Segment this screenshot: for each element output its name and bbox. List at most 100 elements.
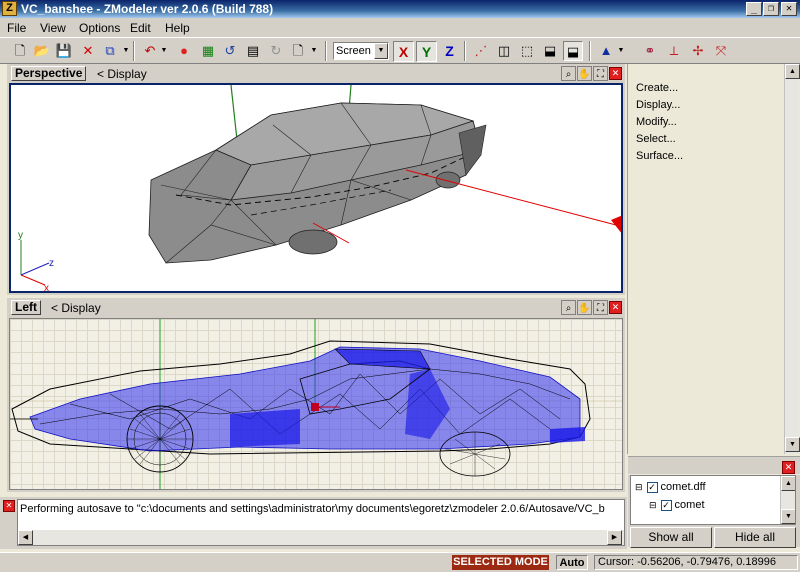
- scroll-up-icon[interactable]: ▲: [785, 64, 800, 79]
- perspective-viewport-header: Perspective < Display ⌕ ✋ ⛶ ✕: [7, 64, 625, 83]
- object-tree-panel: ⊟ ✓ comet.dff ⊟ ✓ comet ▲ ▼ Show all Hide al…: [628, 475, 800, 548]
- toolbar-separator: [133, 41, 135, 61]
- perspective-viewport-name[interactable]: Perspective: [11, 66, 87, 81]
- tree-item-label: comet.dff: [660, 481, 706, 493]
- document-icon[interactable]: ▤: [243, 41, 263, 61]
- perspective-display-menu[interactable]: < Display: [97, 67, 147, 81]
- primitive-dropdown-icon[interactable]: ▼: [617, 41, 625, 61]
- select-face-icon[interactable]: ⬚: [517, 41, 537, 61]
- perspective-viewport: Perspective < Display ⌕ ✋ ⛶ ✕ y z x: [7, 64, 625, 295]
- perspective-car-render: y z x: [18, 85, 621, 291]
- left-viewport-header: Left < Display ⌕ ✋ ⛶ ✕: [7, 298, 625, 317]
- pan-hand-icon[interactable]: ✋: [577, 300, 592, 315]
- log-horizontal-scrollbar[interactable]: ◀ ▶: [18, 530, 624, 545]
- hide-all-button[interactable]: Hide all: [714, 527, 796, 548]
- left-canvas[interactable]: [9, 318, 623, 490]
- maximize-button[interactable]: ❐: [763, 2, 779, 16]
- copy-dropdown-icon[interactable]: ▼: [122, 41, 130, 61]
- close-log-icon[interactable]: ✕: [3, 500, 15, 512]
- record-icon[interactable]: ●: [174, 41, 194, 61]
- perspective-canvas[interactable]: y z x: [9, 83, 623, 293]
- auto-mode-toggle[interactable]: Auto: [556, 555, 588, 570]
- chevron-down-icon[interactable]: ▼: [374, 43, 388, 59]
- cursor-coordinates: Cursor: -0.56206, -0.79476, 0.18996: [594, 555, 798, 570]
- scale-axes-icon[interactable]: ⤧: [711, 41, 731, 61]
- page-icon[interactable]: 🗋: [288, 41, 308, 61]
- axis-z-button[interactable]: Z: [439, 41, 460, 62]
- collapse-icon[interactable]: ⊟: [649, 500, 657, 510]
- close-window-button[interactable]: ✕: [781, 2, 797, 16]
- select-object-icon[interactable]: ⬓: [540, 41, 560, 61]
- scroll-down-icon[interactable]: ▼: [781, 509, 795, 524]
- cone-primitive-icon[interactable]: ▲: [596, 41, 616, 61]
- checkbox-comet[interactable]: ✓: [660, 499, 672, 511]
- tree-item-comet[interactable]: ⊟ ✓ comet: [649, 498, 705, 512]
- create-command[interactable]: Create...: [636, 82, 678, 94]
- select-all-icon[interactable]: ⬓: [563, 41, 583, 61]
- tree-item-label: comet: [674, 499, 705, 511]
- scroll-right-icon[interactable]: ▶: [607, 530, 622, 545]
- render-icon[interactable]: ▦: [198, 41, 218, 61]
- select-vertex-icon[interactable]: ⋰: [471, 41, 491, 61]
- zoom-icon[interactable]: ⌕: [561, 66, 576, 81]
- close-viewport-icon[interactable]: ✕: [609, 67, 622, 80]
- new-file-icon[interactable]: 🗋: [10, 41, 30, 61]
- undo-icon[interactable]: ↺: [220, 41, 240, 61]
- toolbar-separator: [464, 41, 466, 61]
- selected-mode-badge[interactable]: SELECTED MODE: [452, 555, 549, 570]
- checkbox-comet-dff[interactable]: ✓: [646, 481, 658, 493]
- tree-panel-header: ✕: [628, 456, 800, 474]
- select-command[interactable]: Select...: [636, 133, 676, 145]
- perspective-view-tools: ⌕ ✋ ⛶: [560, 66, 608, 82]
- show-all-button[interactable]: Show all: [630, 527, 712, 548]
- save-icon[interactable]: 💾: [54, 41, 74, 61]
- copy-icon[interactable]: ⧉: [100, 41, 120, 61]
- left-car-wireframe: [10, 319, 622, 489]
- coordinate-system-select[interactable]: Screen ▼: [333, 42, 389, 60]
- command-panel-scrollbar[interactable]: ▲ ▼: [784, 64, 800, 454]
- log-output[interactable]: Performing autosave to "c:\documents and…: [17, 499, 625, 546]
- menu-options[interactable]: Options: [79, 21, 120, 35]
- surface-command[interactable]: Surface...: [636, 150, 683, 162]
- link-icon[interactable]: ⚭: [640, 41, 660, 61]
- axis-x-label: x: [44, 283, 49, 291]
- object-tree[interactable]: ⊟ ✓ comet.dff ⊟ ✓ comet ▲ ▼: [630, 475, 796, 525]
- minimize-button[interactable]: _: [746, 2, 762, 16]
- zoom-icon[interactable]: ⌕: [561, 300, 576, 315]
- redo-icon[interactable]: ↻: [266, 41, 286, 61]
- close-viewport-icon[interactable]: ✕: [609, 301, 622, 314]
- delete-icon[interactable]: ✕: [78, 41, 98, 61]
- zoom-extents-icon[interactable]: ⛶: [593, 66, 608, 81]
- scroll-up-icon[interactable]: ▲: [781, 476, 795, 491]
- select-edge-icon[interactable]: ◫: [494, 41, 514, 61]
- title-bar: Z VC_banshee - ZModeler ver 2.0.6 (Build…: [0, 0, 800, 18]
- undo-history-icon[interactable]: ↶: [140, 41, 160, 61]
- left-viewport-name[interactable]: Left: [11, 300, 41, 315]
- window-title: VC_banshee - ZModeler ver 2.0.6 (Build 7…: [21, 2, 274, 16]
- rotate-axes-icon[interactable]: ✢: [688, 41, 708, 61]
- menu-edit[interactable]: Edit: [130, 21, 151, 35]
- close-tree-panel-icon[interactable]: ✕: [782, 461, 795, 474]
- tree-item-comet-dff[interactable]: ⊟ ✓ comet.dff: [635, 480, 706, 494]
- pan-hand-icon[interactable]: ✋: [577, 66, 592, 81]
- scroll-left-icon[interactable]: ◀: [18, 530, 33, 545]
- axis-y-button[interactable]: Y: [416, 41, 437, 62]
- collapse-icon[interactable]: ⊟: [635, 482, 643, 492]
- menu-view[interactable]: View: [40, 21, 66, 35]
- scroll-down-icon[interactable]: ▼: [785, 437, 800, 452]
- move-axes-icon[interactable]: ⟂: [664, 41, 684, 61]
- zoom-extents-icon[interactable]: ⛶: [593, 300, 608, 315]
- modify-command[interactable]: Modify...: [636, 116, 677, 128]
- menu-file[interactable]: File: [7, 21, 26, 35]
- undo-dropdown-icon[interactable]: ▼: [160, 41, 168, 61]
- axis-z-label: z: [49, 258, 54, 269]
- left-view-tools: ⌕ ✋ ⛶: [560, 300, 608, 316]
- axis-x-button[interactable]: X: [393, 41, 414, 62]
- open-folder-icon[interactable]: 📂: [32, 41, 52, 61]
- tree-scrollbar[interactable]: ▲ ▼: [780, 476, 795, 524]
- display-command[interactable]: Display...: [636, 99, 680, 111]
- left-display-menu[interactable]: < Display: [51, 301, 101, 315]
- page-dropdown-icon[interactable]: ▼: [310, 41, 318, 61]
- menu-help[interactable]: Help: [165, 21, 190, 35]
- log-panel: ✕ Performing autosave to "c:\documents a…: [0, 497, 627, 549]
